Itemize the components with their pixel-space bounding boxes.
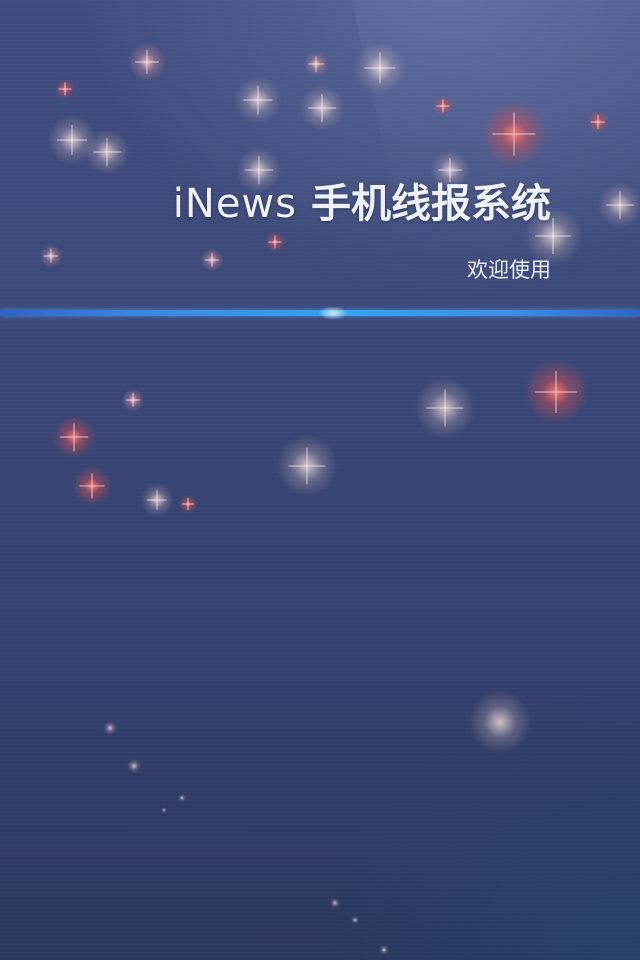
- sparkle: [127, 42, 167, 82]
- sparkle: [330, 898, 340, 908]
- sparkle: [178, 794, 186, 802]
- sparkle: [379, 945, 389, 955]
- sparkle: [54, 78, 76, 100]
- sparkle: [121, 388, 145, 412]
- app-title-chinese: 手机线报系统: [311, 181, 551, 227]
- sparkle: [351, 916, 359, 924]
- sparkle: [597, 182, 640, 228]
- divider-line: [0, 306, 640, 320]
- sparkle: [178, 494, 198, 514]
- sparkle: [299, 85, 345, 131]
- sparkle: [161, 807, 167, 813]
- sparkle: [521, 357, 591, 427]
- sparkle: [84, 129, 130, 175]
- app-title: iNews 手机线报系统: [0, 176, 551, 232]
- sparkle: [264, 231, 286, 253]
- sparkle: [478, 98, 550, 170]
- sparkle: [432, 95, 454, 117]
- sparkle: [468, 690, 532, 754]
- sparkle: [103, 721, 117, 735]
- sparkle: [354, 42, 406, 94]
- welcome-text: 欢迎使用: [467, 258, 551, 282]
- sparkle: [414, 377, 476, 439]
- app-brand-name: iNews: [172, 181, 297, 227]
- sparkle: [140, 483, 174, 517]
- sparkle: [127, 759, 141, 773]
- sparkle-background: [0, 0, 640, 960]
- sparkle: [276, 435, 338, 497]
- sparkle: [303, 51, 329, 77]
- sparkle: [71, 465, 113, 507]
- sparkle: [51, 414, 97, 460]
- sparkle: [586, 110, 610, 134]
- sparkle: [234, 76, 282, 124]
